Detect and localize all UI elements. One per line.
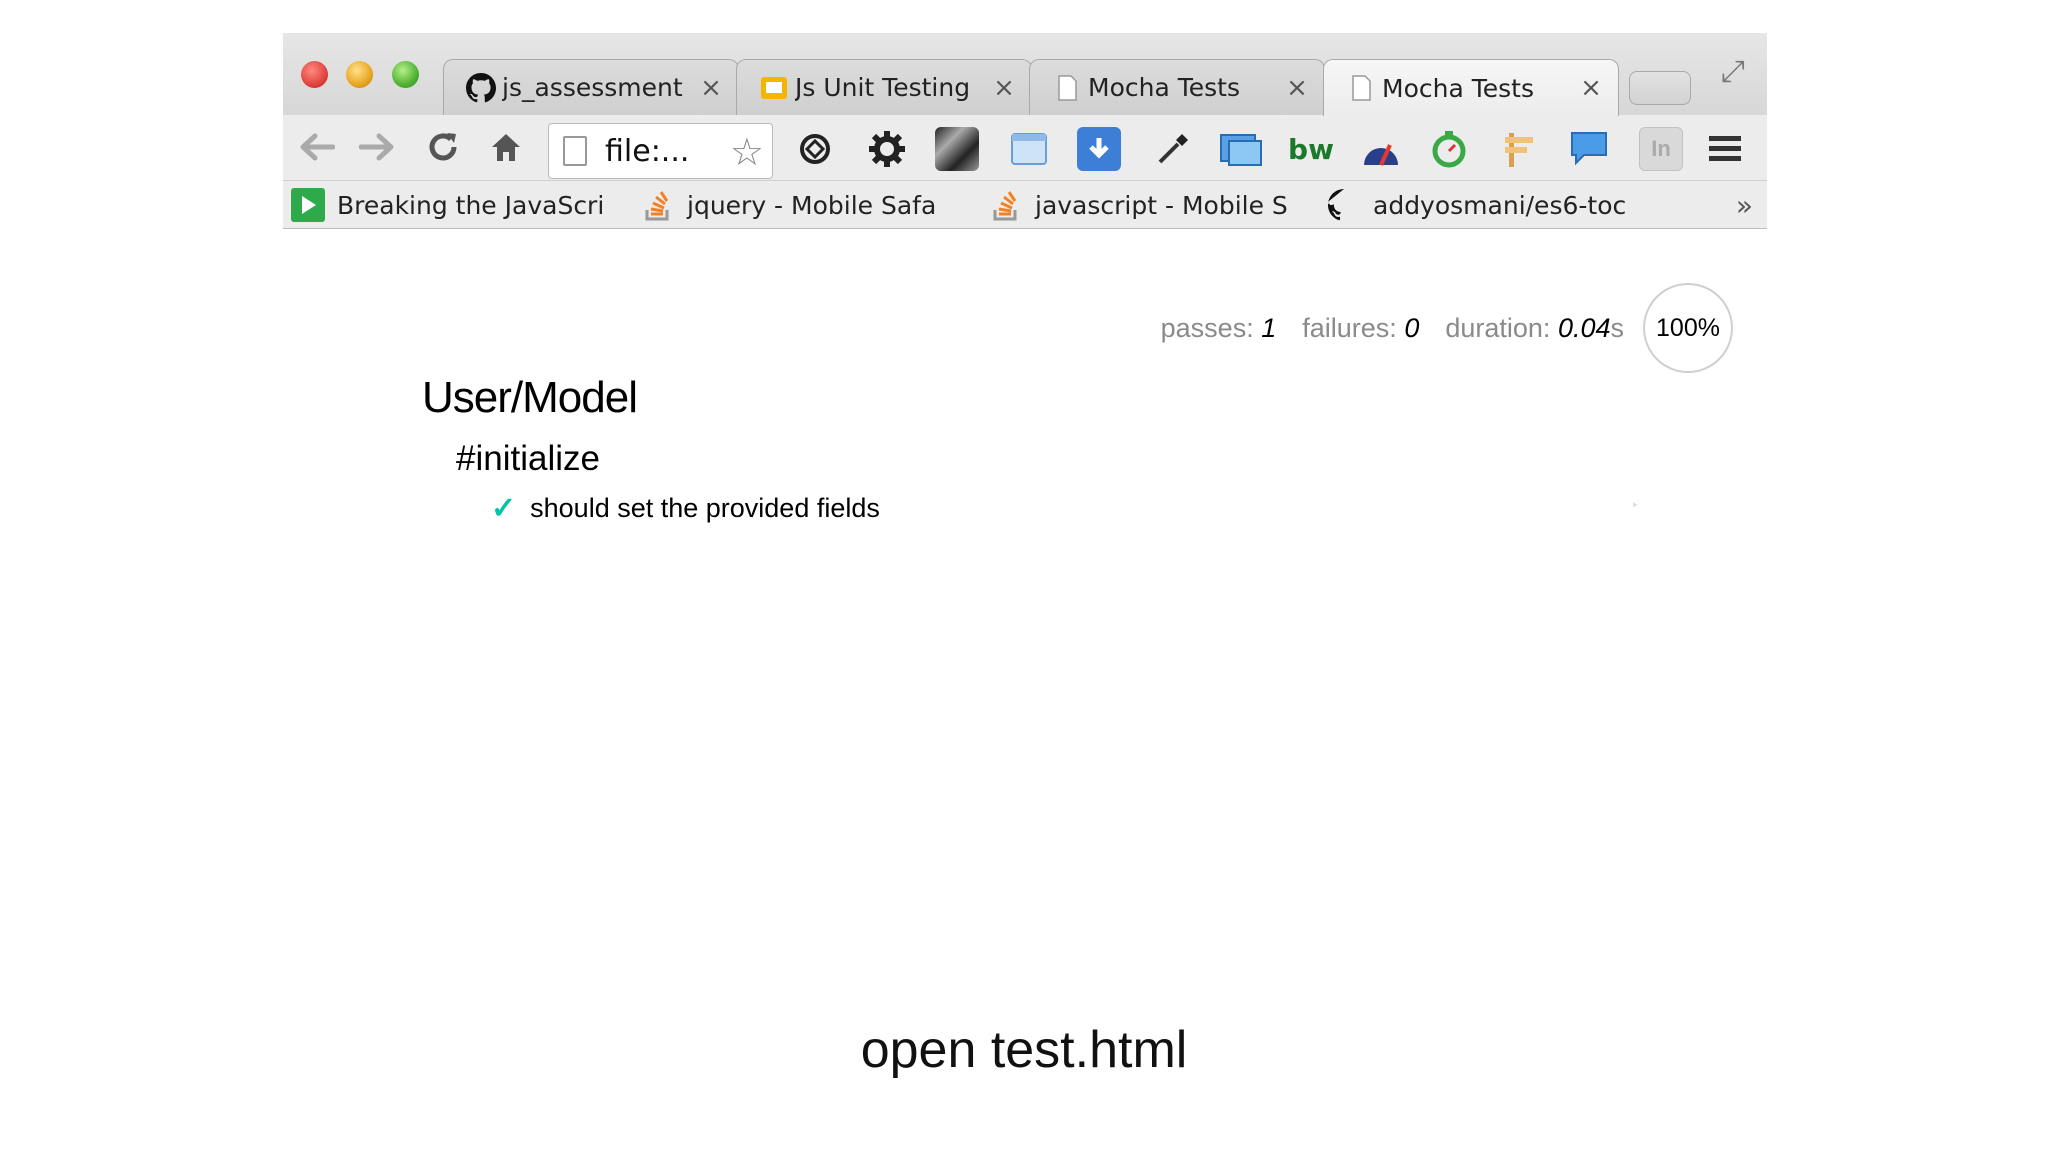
slide-caption: open test.html [860,1021,1188,1079]
signpost-icon[interactable] [1497,127,1541,171]
browser-window: js_assessment × Js Unit Testing × Mocha … [283,33,1767,988]
bookmark-javascript-mobile[interactable]: javascript - Mobile S [989,187,1309,223]
tab-mocha-tests-active[interactable]: Mocha Tests × [1323,59,1619,116]
suite-title[interactable]: User/Model [422,373,638,423]
document-icon [1052,73,1082,103]
bookmarks-bar: Breaking the JavaScri jquery - Mobile Sa… [283,181,1767,229]
mocha-report: passes: 1 failures: 0 duration: 0.04s 10… [283,229,1767,988]
address-bar[interactable]: file:... ☆ [548,123,773,179]
test-title: should set the provided fields [530,493,880,523]
replay-icon[interactable]: ‣ [1631,497,1639,514]
tab-js-assessment[interactable]: js_assessment × [443,59,739,115]
test-item[interactable]: ✓ should set the provided fields [491,491,880,526]
passes-stat[interactable]: passes: 1 [1161,313,1277,344]
failures-count: 0 [1404,313,1420,343]
fullscreen-icon[interactable]: ⤢ [1721,55,1745,89]
builtwith-icon[interactable]: bw [1288,127,1334,171]
bookmark-label: addyosmani/es6-toc [1373,190,1627,220]
window-minimize-button[interactable] [346,61,373,88]
stackoverflow-icon [989,188,1023,222]
window-resizer-icon[interactable] [1007,127,1051,171]
bookmark-jquery-mobile-safari[interactable]: jquery - Mobile Safa [641,187,961,223]
page-icon [563,136,587,166]
subsuite-title[interactable]: #initialize [456,439,600,479]
forward-icon[interactable] [355,125,399,169]
home-icon[interactable] [484,125,528,169]
tab-close-icon[interactable]: × [1284,73,1310,103]
failures-stat[interactable]: failures: 0 [1302,313,1419,344]
bookmark-star-icon[interactable]: ☆ [730,130,764,174]
title-bar: js_assessment × Js Unit Testing × Mocha … [283,33,1767,116]
gradient-extension-icon[interactable] [935,127,979,171]
pass-check-icon: ✓ [491,492,517,525]
tab-title: js_assessment [502,73,683,102]
chat-bubble-icon[interactable] [1567,127,1611,171]
document-icon [1346,73,1376,103]
mocha-stats: passes: 1 failures: 0 duration: 0.04s [1161,313,1624,344]
duration-value: 0.04 [1557,313,1611,343]
reload-icon[interactable] [421,125,465,169]
passes-count: 1 [1261,313,1277,343]
download-icon[interactable] [1077,127,1121,171]
bookmark-breaking-javascript[interactable]: Breaking the JavaScri [291,187,627,223]
eyedropper-icon[interactable] [1151,127,1195,171]
bookmark-label: Breaking the JavaScri [337,190,605,220]
tab-title: Mocha Tests [1088,73,1240,102]
window-close-button[interactable] [301,61,328,88]
window-maximize-button[interactable] [392,61,419,88]
menu-icon[interactable] [1703,127,1747,171]
address-text: file:... [605,133,690,169]
tab-js-unit-testing[interactable]: Js Unit Testing × [736,59,1032,115]
bookmark-addyosmani-es6-toc[interactable]: addyosmani/es6-toc [1327,187,1657,223]
tab-title: Mocha Tests [1382,73,1534,103]
timer-extension-icon[interactable] [1427,127,1471,171]
speed-tracer-icon[interactable] [1359,127,1403,171]
gear-icon[interactable] [865,127,909,171]
linkedin-extension-icon[interactable]: In [1639,127,1683,171]
bookmark-label: javascript - Mobile S [1035,190,1288,220]
bookmarks-overflow-icon[interactable]: » [1736,189,1753,222]
tab-title: Js Unit Testing [795,73,971,102]
tab-close-icon[interactable]: × [698,73,724,103]
slides-icon [759,73,789,103]
tab-close-icon[interactable]: × [991,73,1017,103]
stackoverflow-icon [641,188,675,222]
github-icon [466,72,496,103]
new-tab-button[interactable] [1629,71,1691,105]
bookmark-label: jquery - Mobile Safa [687,190,937,220]
play-icon [291,188,325,222]
screenshot-extension-icon[interactable] [1219,127,1263,171]
sync-extension-icon[interactable] [793,127,837,171]
github-icon [1327,188,1361,222]
tab-mocha-tests[interactable]: Mocha Tests × [1029,59,1325,115]
duration-stat: duration: 0.04s [1445,313,1624,343]
tab-close-icon[interactable]: × [1578,73,1604,103]
toolbar: file:... ☆ bw In [283,115,1767,181]
progress-circle: 100% [1643,283,1733,373]
back-icon[interactable] [295,125,339,169]
